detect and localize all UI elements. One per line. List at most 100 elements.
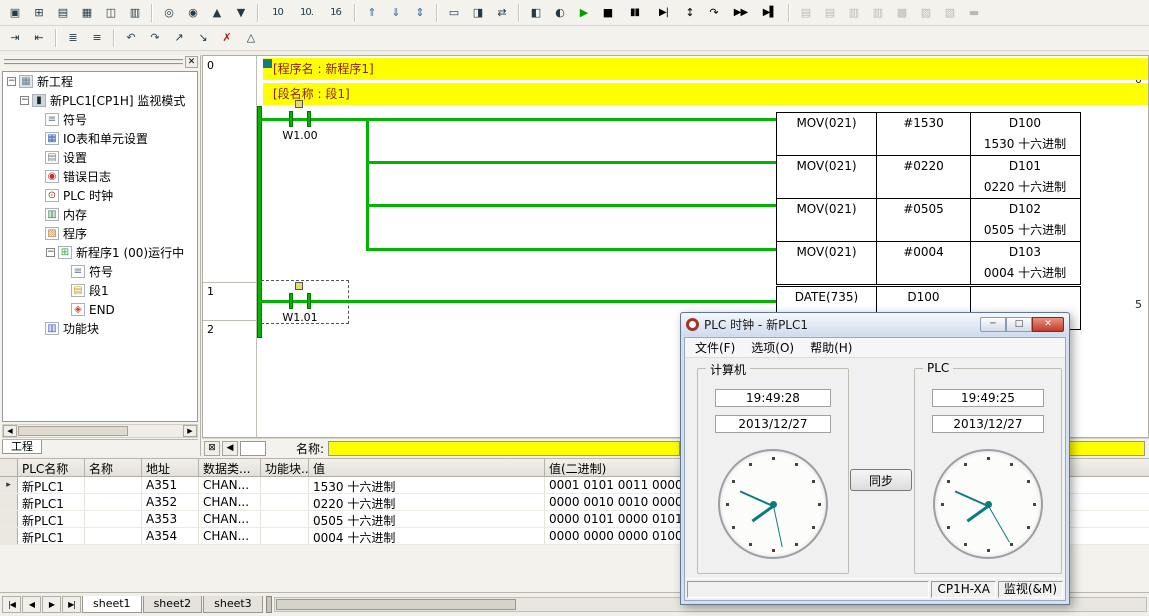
online-edit-button[interactable]: ◧: [525, 3, 547, 23]
column-width-button[interactable]: ▨: [915, 3, 937, 23]
tab-sheet2[interactable]: sheet2: [143, 596, 203, 613]
row-selector[interactable]: [0, 528, 18, 544]
first-sheet-button[interactable]: |◀: [2, 596, 21, 613]
undo-button[interactable]: ↶: [120, 28, 142, 48]
tree-item-plc[interactable]: − ▮ 新PLC1[CP1H] 监视模式: [3, 91, 197, 110]
menu-help[interactable]: 帮助(H): [802, 337, 860, 358]
instruction-block-mov-2[interactable]: MOV(021) #0220 D101 0220 十六进制: [776, 155, 1081, 199]
cross-reference-button[interactable]: ▦: [76, 3, 98, 23]
new-view-button[interactable]: ▣: [4, 3, 26, 23]
column-header-fb[interactable]: 功能块...: [261, 459, 309, 476]
search-up-button[interactable]: ▲: [206, 3, 228, 23]
scroll-right-icon[interactable]: ▶: [183, 425, 197, 437]
row-selector[interactable]: [0, 511, 18, 527]
sim-continuous-step-button[interactable]: ▶▶: [727, 3, 754, 23]
close-button[interactable]: ✕: [1032, 317, 1064, 332]
sim-stop-button[interactable]: ■: [597, 3, 619, 23]
close-pane-icon[interactable]: ⊠: [204, 441, 220, 456]
toggle-watch-window-button[interactable]: ▤: [52, 3, 74, 23]
tree-item-project-root[interactable]: − ▦ 新工程: [3, 72, 197, 91]
dialog-titlebar[interactable]: PLC 时钟 - 新PLC1 ─ □ ✕: [681, 313, 1069, 336]
transfer-button[interactable]: ⇄: [491, 3, 513, 23]
show-comment-list-button[interactable]: ≣: [62, 28, 84, 48]
tab-project[interactable]: 工程: [2, 440, 42, 454]
delete-row-button[interactable]: ▤: [819, 3, 841, 23]
column-header-address[interactable]: 地址: [142, 459, 199, 476]
monitor-mode-button[interactable]: ◨: [467, 3, 489, 23]
contact-label[interactable]: W1.00: [255, 129, 345, 142]
sim-scan-run-button[interactable]: ▶▌: [756, 3, 783, 23]
tree-item-section1[interactable]: − ▤ 段1: [3, 281, 197, 300]
tree-item-symbols[interactable]: − ≡ 符号: [3, 110, 197, 129]
scrollbar-thumb[interactable]: [18, 426, 128, 436]
back-arrow-icon[interactable]: ◀: [222, 441, 238, 456]
sync-button[interactable]: 同步: [850, 469, 912, 491]
row-selector[interactable]: [0, 494, 18, 510]
symbol-table-button[interactable]: ◫: [100, 3, 122, 23]
download-button[interactable]: ⇓: [385, 3, 407, 23]
expander-icon[interactable]: −: [7, 77, 16, 86]
contact-label[interactable]: W1.01: [255, 311, 345, 324]
name-input[interactable]: [328, 441, 680, 456]
tree-item-programs[interactable]: − ▧ 程序: [3, 224, 197, 243]
simulator-button[interactable]: ◐: [549, 3, 571, 23]
insert-column-button[interactable]: ▥: [843, 3, 865, 23]
row-height-button[interactable]: ▩: [891, 3, 913, 23]
sim-pause-button[interactable]: ▮▮: [621, 3, 648, 23]
tree-item-memory[interactable]: − ▥ 内存: [3, 205, 197, 224]
expander-icon[interactable]: −: [20, 96, 29, 105]
outdent-rung-button[interactable]: ⇤: [28, 28, 50, 48]
menu-options[interactable]: 选项(O): [743, 337, 802, 358]
snap-grid-button[interactable]: ▬: [963, 3, 985, 23]
redo-button[interactable]: ↷: [144, 28, 166, 48]
tree-item-io-table[interactable]: − ▦ IO表和单元设置: [3, 129, 197, 148]
find-button[interactable]: ◎: [158, 3, 180, 23]
monitor-signed-decimal-button[interactable]: 10.: [293, 3, 320, 23]
column-header-name[interactable]: 名称: [85, 459, 142, 476]
row-selector[interactable]: ▸: [0, 477, 18, 493]
drag-grip[interactable]: [4, 59, 183, 65]
upload-button[interactable]: ⇑: [361, 3, 383, 23]
force-set-button[interactable]: ↗: [168, 28, 190, 48]
column-header-value[interactable]: 值: [309, 459, 545, 476]
sim-step-run-button[interactable]: ▶|: [650, 3, 677, 23]
column-header-plc-name[interactable]: PLC名称: [18, 459, 85, 476]
prev-sheet-button[interactable]: ◀: [22, 596, 41, 613]
tree-item-settings[interactable]: − ▤ 设置: [3, 148, 197, 167]
tree-horizontal-scrollbar[interactable]: ◀ ▶: [2, 424, 198, 438]
instruction-block-mov-4[interactable]: MOV(021) #0004 D103 0004 十六进制: [776, 241, 1081, 285]
show-grid-button[interactable]: ▧: [939, 3, 961, 23]
column-header-data-type[interactable]: 数据类...: [199, 459, 261, 476]
scroll-left-icon[interactable]: ◀: [3, 425, 17, 437]
monitor-hex-button[interactable]: 16: [322, 3, 349, 23]
tree-item-program1[interactable]: − ⊞ 新程序1 (00)运行中: [3, 243, 197, 262]
indent-rung-button[interactable]: ⇥: [4, 28, 26, 48]
last-sheet-button[interactable]: ▶|: [62, 596, 81, 613]
menu-file[interactable]: 文件(F): [687, 337, 743, 358]
replace-button[interactable]: ◉: [182, 3, 204, 23]
sim-step-over-button[interactable]: ↷: [703, 3, 725, 23]
tab-sheet1[interactable]: sheet1: [82, 596, 142, 613]
compare-button[interactable]: ⇕: [409, 3, 431, 23]
maximize-button[interactable]: □: [1006, 317, 1032, 332]
scrollbar-thumb[interactable]: [276, 599, 516, 610]
delete-column-button[interactable]: ▥: [867, 3, 889, 23]
next-sheet-button[interactable]: ▶: [42, 596, 61, 613]
force-reset-button[interactable]: ↘: [192, 28, 214, 48]
insert-row-button[interactable]: ▤: [795, 3, 817, 23]
force-cancel-button[interactable]: ✗: [216, 28, 238, 48]
expander-icon[interactable]: −: [46, 248, 55, 257]
tree-item-function-blocks[interactable]: − ▥ 功能块: [3, 319, 197, 338]
tree-item-plc-clock[interactable]: − ⊙ PLC 时钟: [3, 186, 197, 205]
show-section-list-button[interactable]: ≡: [86, 28, 108, 48]
sim-run-button[interactable]: ▶: [573, 3, 595, 23]
tree-item-program1-symbols[interactable]: − ≡ 符号: [3, 262, 197, 281]
differential-monitor-button[interactable]: △: [240, 28, 262, 48]
search-down-button[interactable]: ▼: [230, 3, 252, 23]
diagram-view-button[interactable]: ▥: [124, 3, 146, 23]
instruction-block-mov-1[interactable]: MOV(021) #1530 D100 1530 十六进制: [776, 112, 1081, 156]
toggle-output-window-button[interactable]: ⊞: [28, 3, 50, 23]
tree-item-error-log[interactable]: − ◉ 错误日志: [3, 167, 197, 186]
close-icon[interactable]: ✕: [185, 56, 198, 68]
work-online-button[interactable]: ▭: [443, 3, 465, 23]
